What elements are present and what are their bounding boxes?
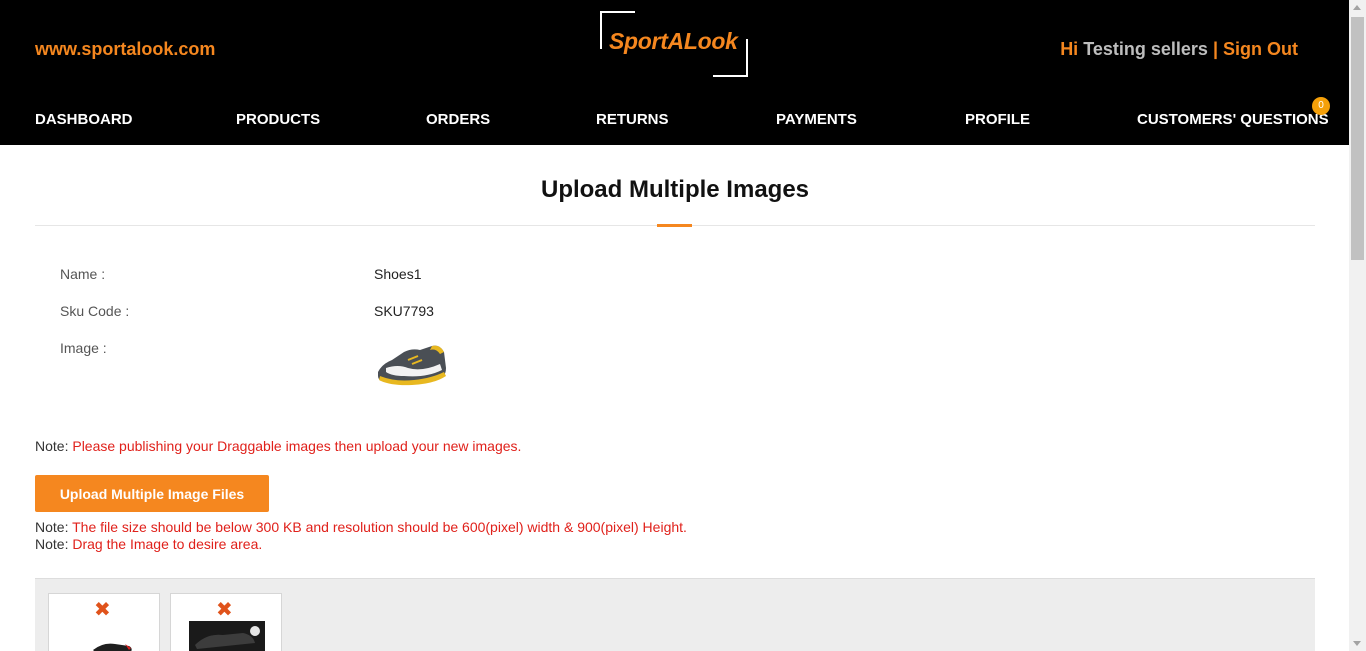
nav-payments[interactable]: PAYMENTS	[776, 111, 857, 128]
logo[interactable]: SportALook	[600, 11, 748, 77]
nav-dashboard[interactable]: DASHBOARD	[35, 111, 133, 128]
sku-value: SKU7793	[374, 303, 434, 319]
product-shoe-image	[378, 345, 446, 386]
note-prefix: Note:	[35, 536, 69, 552]
page-title: Upload Multiple Images	[540, 176, 810, 203]
note-publish: Note: Please publishing your Draggable i…	[35, 438, 521, 454]
image-label: Image :	[60, 340, 107, 356]
note-prefix: Note:	[35, 519, 69, 535]
gallery-image-card[interactable]: ✖	[48, 593, 160, 651]
site-url-link[interactable]: www.sportalook.com	[35, 39, 215, 60]
greeting-hi: Hi	[1060, 39, 1079, 59]
delete-icon[interactable]: ✖	[94, 600, 111, 620]
name-value: Shoes1	[374, 266, 422, 282]
name-label: Name :	[60, 266, 106, 282]
gallery-image-card[interactable]: ✖	[170, 593, 282, 651]
greeting-separator: |	[1212, 39, 1218, 59]
user-name: Testing sellers	[1083, 39, 1208, 59]
draggable-image-gallery: ✖ ✖	[35, 578, 1315, 651]
gallery-shoe-image	[189, 621, 265, 651]
logo-text: SportALook	[609, 28, 738, 54]
user-greeting: Hi Testing sellers | Sign Out	[1060, 39, 1298, 60]
note-drag-text: Drag the Image to desire area.	[72, 536, 263, 552]
sign-out-link[interactable]: Sign Out	[1223, 39, 1298, 59]
gallery-shoe-image	[93, 643, 132, 651]
nav-profile[interactable]: PROFILE	[965, 111, 1030, 128]
note-prefix: Note:	[35, 438, 69, 454]
page-scrollbar[interactable]	[1349, 0, 1366, 651]
nav-returns[interactable]: RETURNS	[596, 111, 669, 128]
nav-products[interactable]: PRODUCTS	[236, 111, 320, 128]
note-drag: Note: Drag the Image to desire area.	[35, 536, 262, 552]
note-filesize: Note: The file size should be below 300 …	[35, 519, 687, 535]
scrollbar-thumb[interactable]	[1351, 17, 1364, 260]
top-header: www.sportalook.com SportALook Hi Testing…	[0, 0, 1349, 145]
scroll-down-icon[interactable]	[1353, 641, 1361, 646]
note-publish-text: Please publishing your Draggable images …	[72, 438, 522, 454]
title-accent-bar	[657, 224, 692, 227]
scroll-up-icon[interactable]	[1353, 5, 1361, 10]
sku-label: Sku Code :	[60, 303, 130, 319]
nav-orders[interactable]: ORDERS	[426, 111, 490, 128]
delete-icon[interactable]: ✖	[216, 600, 233, 620]
nav-customers-questions[interactable]: CUSTOMERS' QUESTIONS	[1137, 111, 1329, 128]
note-filesize-text: The file size should be below 300 KB and…	[72, 519, 687, 535]
main-nav: DASHBOARD PRODUCTS ORDERS RETURNS PAYMEN…	[0, 103, 1349, 139]
questions-count-badge: 0	[1312, 97, 1330, 115]
upload-multiple-images-button[interactable]: Upload Multiple Image Files	[35, 475, 269, 512]
